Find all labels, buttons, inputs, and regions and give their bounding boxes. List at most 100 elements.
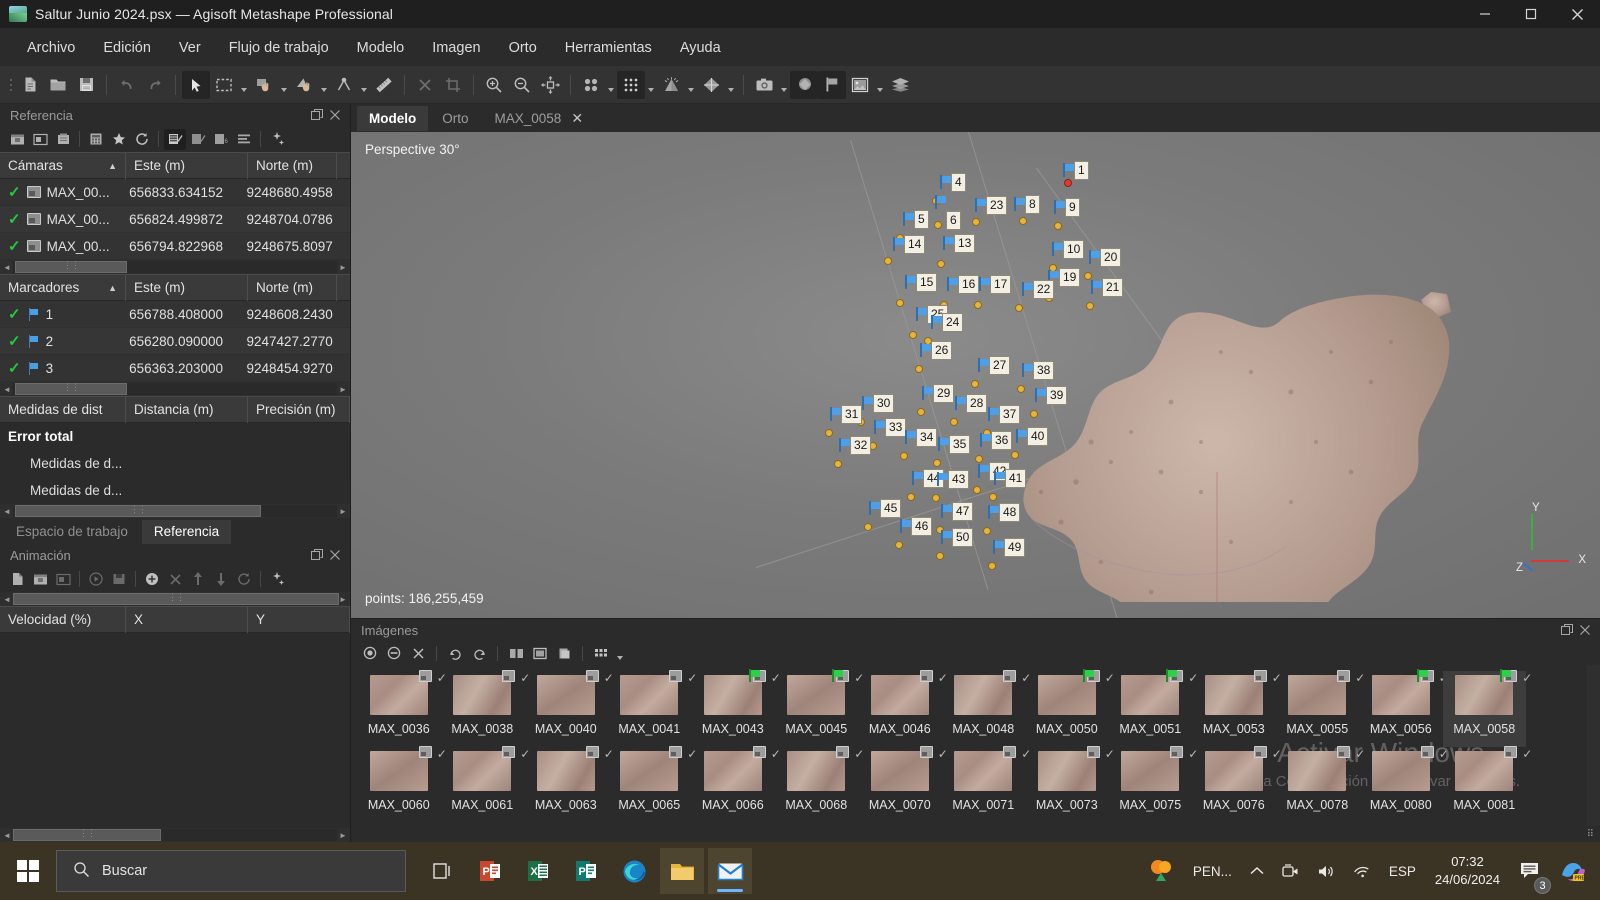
paint-selection-icon[interactable] [290,71,318,99]
zoom-in-icon[interactable] [480,71,508,99]
table-row[interactable]: ✓ MAX_00... 656824.499872 9248704.0786 [0,206,350,233]
distance-measure-row[interactable]: Medidas de d... [0,477,350,504]
menu-archivo[interactable]: Archivo [14,34,88,62]
new-track-icon[interactable] [6,569,28,590]
magic-wand-icon[interactable] [266,129,288,150]
remove-icon[interactable] [407,643,429,663]
view-markers-icon[interactable] [187,129,209,150]
row-checkbox[interactable]: ✓ [8,237,21,255]
menu-orto[interactable]: Orto [496,34,550,62]
capture-icon[interactable] [108,569,130,590]
image-thumbnail[interactable]: ✓ MAX_0043 [691,669,781,747]
tab-modelo[interactable]: Modelo [357,105,429,131]
close-panel-icon[interactable] [326,546,344,564]
undo-icon[interactable] [113,71,141,99]
close-button[interactable] [1554,0,1600,29]
edge-icon[interactable] [612,848,656,894]
toolbar-grip[interactable] [6,71,16,99]
photo-icon[interactable] [529,643,551,663]
reset-view-icon[interactable] [536,71,564,99]
convert-reference-icon[interactable] [52,129,74,150]
image-thumbnail[interactable]: ✓ MAX_0048 [942,670,1031,747]
tiled-model-icon[interactable] [697,71,725,99]
image-thumbnail[interactable]: ✓ MAX_0036 [357,670,447,747]
row-checkbox[interactable]: ✓ [8,183,21,201]
image-thumbnail[interactable]: ✓ MAX_0068 [775,746,864,823]
scroll-thumb[interactable] [13,593,339,605]
texture-dropdown[interactable] [874,71,886,99]
zoom-out-icon[interactable] [508,71,536,99]
grid-view-dropdown[interactable] [614,639,626,667]
tab-orto[interactable]: Orto [430,106,480,131]
image-thumbnail[interactable]: ✓ MAX_0065 [608,746,697,823]
column-camaras[interactable]: Cámaras ▲ [0,152,126,179]
close-tab-icon[interactable]: ✕ [571,110,583,127]
open-track-icon[interactable] [29,569,51,590]
mesh-icon[interactable] [657,71,685,99]
copy-icon[interactable] [553,643,575,663]
free-form-selection-icon[interactable] [250,71,278,99]
measure-points-icon[interactable] [330,71,358,99]
settings-table-icon[interactable] [85,129,107,150]
column-norte[interactable]: Norte (m) [248,152,337,179]
scroll-left-arrow[interactable]: ◄ [1,505,13,517]
scroll-thumb[interactable] [15,383,127,395]
row-checkbox[interactable]: ✓ [8,305,21,323]
wifi-icon[interactable] [1344,842,1380,900]
markers-horizontal-scrollbar[interactable]: ◄ ► [0,382,350,396]
start-button[interactable] [0,842,56,900]
taskbar-clock[interactable]: 07:32 24/06/2024 [1425,853,1510,888]
image-thumbnail[interactable]: ✓ MAX_0081 [1443,746,1532,823]
tab-max-0058[interactable]: MAX_0058 ✕ [483,105,596,132]
scroll-right-arrow[interactable]: ► [337,505,349,517]
camera-icon[interactable] [750,71,778,99]
column-este[interactable]: Este (m) [126,274,248,301]
image-thumbnail[interactable]: ✓ MAX_0070 [858,746,948,823]
maximize-button[interactable] [1508,0,1554,29]
camera-icon[interactable] [1273,842,1308,900]
scroll-thumb[interactable] [13,829,161,841]
menu-ver[interactable]: Ver [166,34,214,62]
column-medidas-de-distancia[interactable]: Medidas de dist [0,396,126,423]
view-distances-icon[interactable] [233,129,255,150]
column-precision[interactable]: Precisión (m) [248,396,350,423]
ruler-icon[interactable] [370,71,398,99]
image-thumbnail[interactable]: ✓ MAX_0073 [1025,746,1115,823]
animation-bottom-scrollbar[interactable]: ◄ ► [0,828,350,842]
resize-grip-icon[interactable]: ⠿ [1587,829,1594,840]
paint-selection-dropdown[interactable] [318,71,330,99]
tab-referencia[interactable]: Referencia [141,520,232,544]
column-marcadores[interactable]: Marcadores ▲ [0,274,126,301]
table-row[interactable]: ✓ 1 656788.408000 9248608.2430 [0,301,350,328]
view-cameras-icon[interactable] [164,128,186,150]
minimize-button[interactable] [1462,0,1508,29]
free-form-selection-dropdown[interactable] [278,71,290,99]
image-thumbnail-grid[interactable]: Activar Windows Ve a Configuración para … [351,665,1600,826]
column-x[interactable]: X [126,606,248,633]
scroll-left-arrow[interactable]: ◄ [1,261,13,273]
column-velocidad[interactable]: Velocidad (%) [0,606,126,633]
image-thumbnail[interactable]: ✓ MAX_0075 [1109,746,1198,823]
cameras-horizontal-scrollbar[interactable]: ◄ ► [0,260,350,274]
dense-cloud-dropdown[interactable] [645,71,657,99]
table-row[interactable]: ✓ MAX_00... 656794.822968 9248675.8097 [0,233,350,260]
view-scalebars-icon[interactable]: 6 [210,129,232,150]
texture-icon[interactable] [846,71,874,99]
float-panel-icon[interactable] [1558,621,1576,639]
import-reference-icon[interactable] [6,129,28,150]
scroll-track[interactable] [13,593,339,605]
volume-icon[interactable] [1308,842,1344,900]
rotate-right-icon[interactable] [468,643,490,663]
select-arrow-icon[interactable] [182,70,210,99]
export-reference-icon[interactable] [29,129,51,150]
menu-modelo[interactable]: Modelo [344,34,418,62]
column-y[interactable]: Y [248,606,350,633]
move-up-icon[interactable] [187,569,209,590]
column-este[interactable]: Este (m) [126,152,248,179]
menu-herramientas[interactable]: Herramientas [552,34,665,62]
taskbar-search-box[interactable]: Buscar [56,850,406,892]
grid-view-icon[interactable] [590,643,612,663]
disable-icon[interactable] [383,643,405,663]
mail-icon[interactable] [708,848,752,894]
distance-measure-row[interactable]: Medidas de d... [0,450,350,477]
